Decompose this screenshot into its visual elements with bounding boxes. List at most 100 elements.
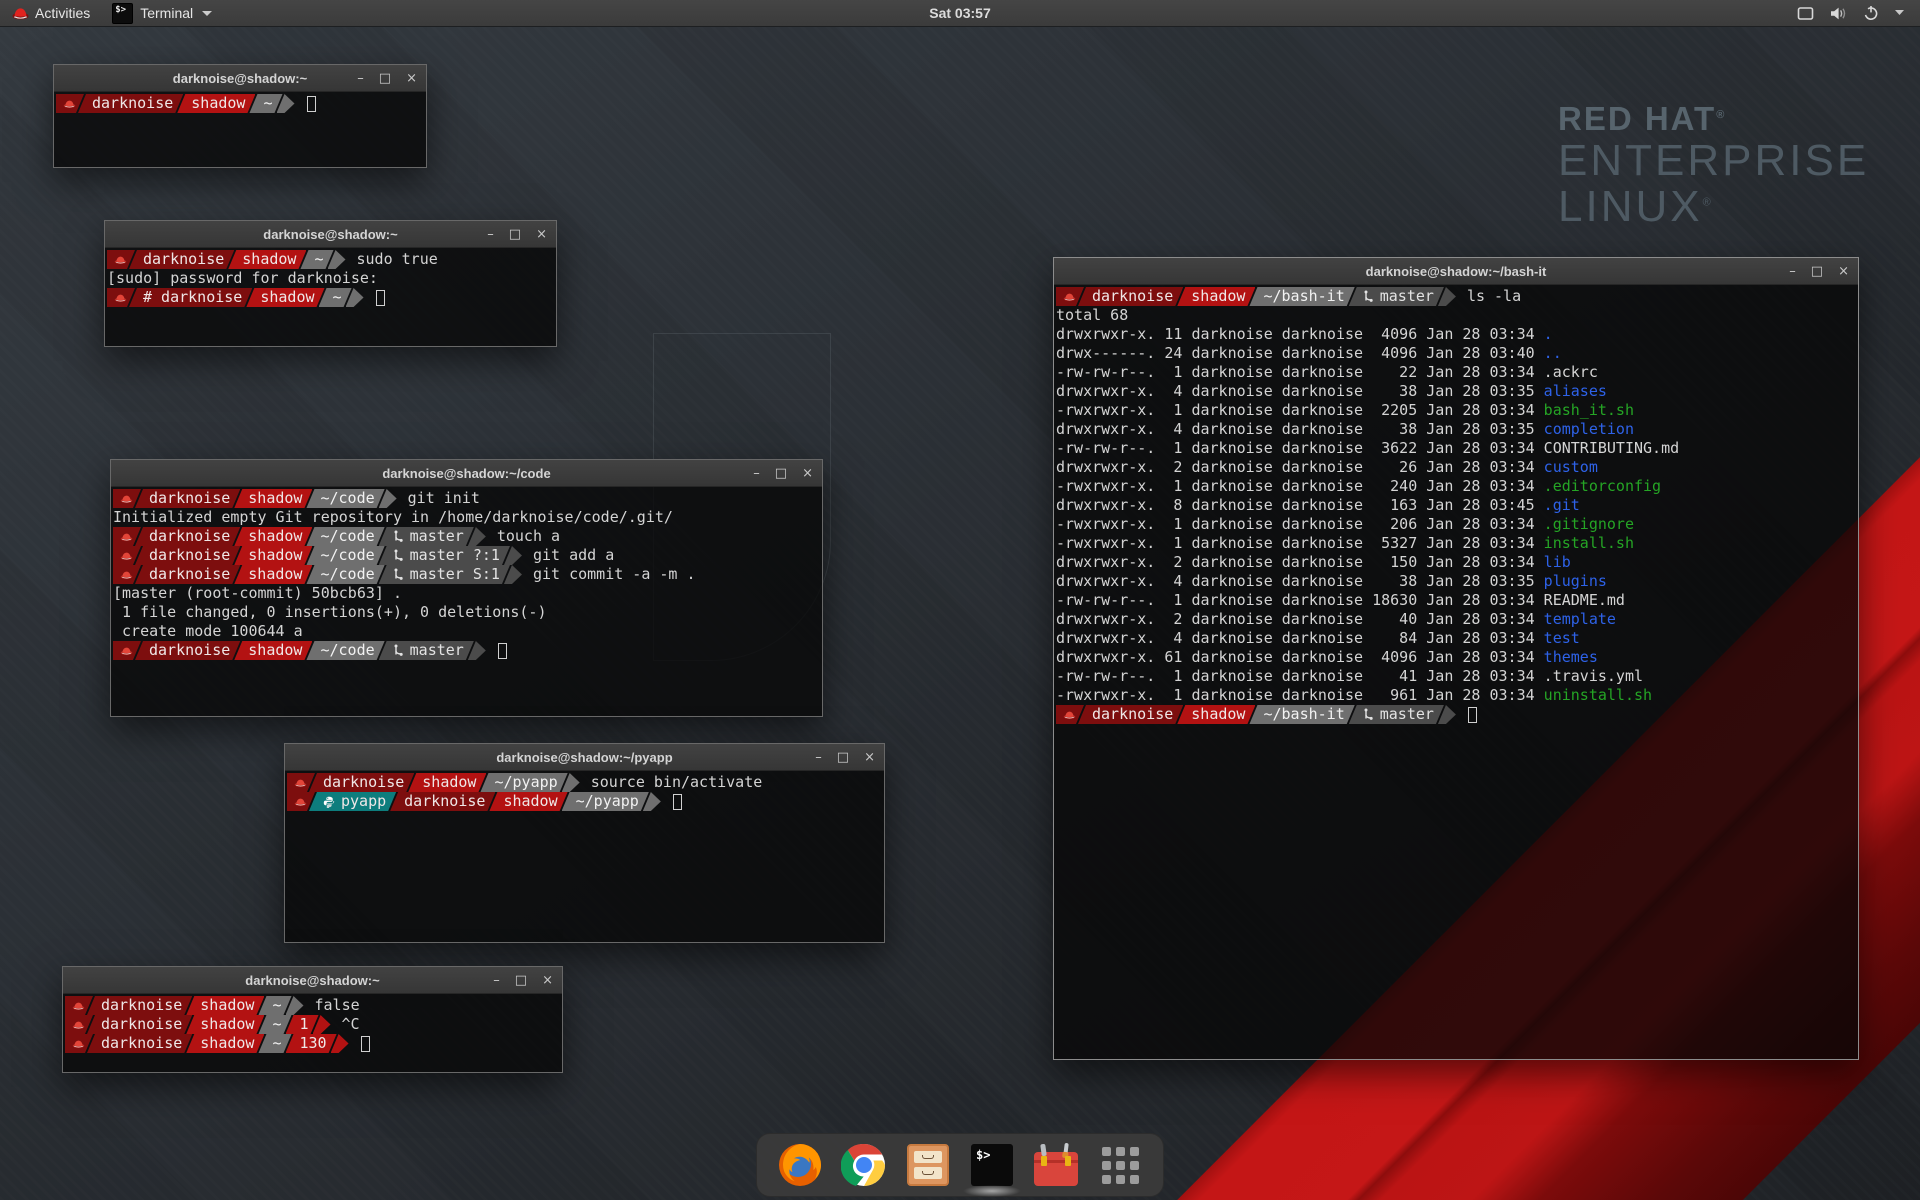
file-listing-row: drwxrwxr-x. 4 darknoise darknoise 38 Jan…: [1056, 420, 1858, 439]
command-text: ls -la: [1467, 287, 1521, 306]
grid-dot: [1130, 1175, 1139, 1184]
file-name: ..: [1544, 344, 1562, 362]
close-button[interactable]: ×: [802, 467, 813, 480]
prompt-segment-user: darknoise: [87, 1015, 192, 1034]
minimize-button[interactable]: –: [357, 72, 364, 85]
minimize-button[interactable]: –: [753, 467, 760, 480]
redhat-prompt-icon: [120, 551, 133, 561]
window-titlebar[interactable]: darknoise@shadow:~/code – □ ×: [111, 460, 822, 487]
command-text: sudo true: [357, 250, 438, 269]
close-button[interactable]: ×: [536, 228, 547, 241]
power-icon: [1863, 5, 1879, 21]
file-meta: drwxrwxr-x. 2 darknoise darknoise 40 Jan…: [1056, 610, 1544, 628]
file-name: .: [1544, 325, 1553, 343]
terminal-output-line: [master (root-commit) 50bcb63] .: [113, 584, 822, 603]
terminal-content[interactable]: darknoiseshadow~falsedarknoiseshadow~1^C…: [63, 994, 562, 1072]
minimize-button[interactable]: –: [1789, 265, 1796, 278]
activities-button[interactable]: Activities: [0, 0, 102, 26]
window-titlebar[interactable]: darknoise@shadow:~–□×: [63, 967, 562, 994]
rhel-logo-brand: RED HAT: [1558, 100, 1716, 137]
prompt-line: darknoiseshadow~/pyappsource bin/activat…: [287, 773, 884, 792]
window-titlebar[interactable]: darknoise@shadow:~/pyapp–□×: [285, 744, 884, 771]
toolbox-clasp: [1065, 1156, 1071, 1166]
toolbox-clasp: [1041, 1156, 1047, 1166]
redhat-prompt-icon: [72, 1039, 85, 1049]
prompt-segment-user: darknoise: [87, 1034, 192, 1053]
terminal-window-home-2: darknoise@shadow:~–□×darknoiseshadow~fal…: [62, 966, 563, 1073]
maximize-button[interactable]: □: [509, 228, 521, 241]
rhel-logo-linux: LINUX: [1558, 182, 1703, 231]
command-text: ^C: [342, 1015, 360, 1034]
file-listing-row: -rw-rw-r--. 1 darknoise darknoise 41 Jan…: [1056, 667, 1858, 686]
window-title: darknoise@shadow:~/code: [382, 466, 550, 481]
dock-item-firefox[interactable]: [777, 1142, 823, 1188]
system-status-area[interactable]: [1789, 0, 1912, 26]
redhat-prompt-icon: [1063, 710, 1076, 720]
redhat-fedora-icon: [12, 6, 29, 21]
terminal-cursor: [1468, 707, 1477, 723]
prompt-segment-user: darknoise: [390, 792, 495, 811]
git-branch-icon: [393, 568, 404, 581]
dock-item-app-grid[interactable]: [1097, 1142, 1143, 1188]
grid-dot: [1116, 1147, 1125, 1156]
window-titlebar[interactable]: darknoise@shadow:~–□×: [105, 221, 556, 248]
terminal-content[interactable]: darknoiseshadow~sudo true[sudo] password…: [105, 248, 556, 346]
prompt-segment-host: shadow: [186, 996, 264, 1015]
terminal-output-line: 1 file changed, 0 insertions(+), 0 delet…: [113, 603, 822, 622]
maximize-button[interactable]: □: [837, 751, 849, 764]
firefox-icon: [777, 1142, 823, 1188]
file-listing-row: drwxrwxr-x. 4 darknoise darknoise 84 Jan…: [1056, 629, 1858, 648]
file-name: plugins: [1544, 572, 1607, 590]
file-name: .git: [1544, 496, 1580, 514]
close-button[interactable]: ×: [1838, 265, 1849, 278]
file-name: .travis.yml: [1544, 667, 1643, 685]
dock-item-chrome[interactable]: [841, 1142, 887, 1188]
prompt-segment-path: ~/pyapp: [480, 773, 567, 792]
terminal-content[interactable]: darknoiseshadow~/bash-itmasterls -latota…: [1054, 285, 1858, 1059]
close-button[interactable]: ×: [864, 751, 875, 764]
maximize-button[interactable]: □: [379, 72, 391, 85]
top-bar: Activities $> Terminal Sat 03:57: [0, 0, 1920, 27]
file-name: install.sh: [1544, 534, 1634, 552]
minimize-button[interactable]: –: [493, 974, 500, 987]
prompt-line: darknoiseshadow~/codemaster: [113, 641, 822, 660]
terminal-content[interactable]: darknoiseshadow~/codegit initInitialized…: [111, 487, 822, 716]
maximize-button[interactable]: □: [515, 974, 527, 987]
terminal-content[interactable]: darknoiseshadow~/pyappsource bin/activat…: [285, 771, 884, 942]
file-name: aliases: [1544, 382, 1607, 400]
minimize-button[interactable]: –: [487, 228, 494, 241]
redhat-prompt-icon: [294, 778, 307, 788]
clock[interactable]: Sat 03:57: [929, 5, 990, 21]
terminal-app-icon: $>: [112, 3, 133, 24]
redhat-prompt-icon: [1063, 292, 1076, 302]
prompt-segment-host: shadow: [177, 94, 255, 113]
file-listing-row: drwxrwxr-x. 11 darknoise darknoise 4096 …: [1056, 325, 1858, 344]
grid-dot: [1102, 1175, 1111, 1184]
grid-dot: [1130, 1161, 1139, 1170]
file-meta: -rw-rw-r--. 1 darknoise darknoise 41 Jan…: [1056, 667, 1544, 685]
dock-item-terminal[interactable]: $>: [969, 1142, 1015, 1188]
prompt-segment-host: shadow: [234, 641, 312, 660]
terminal-content[interactable]: darknoiseshadow~: [54, 92, 426, 167]
file-meta: drwxrwxr-x. 4 darknoise darknoise 38 Jan…: [1056, 382, 1544, 400]
close-button[interactable]: ×: [542, 974, 553, 987]
close-button[interactable]: ×: [406, 72, 417, 85]
prompt-segment-host: shadow: [246, 288, 324, 307]
maximize-button[interactable]: □: [775, 467, 787, 480]
prompt-line: pyappdarknoiseshadow~/pyapp: [287, 792, 884, 811]
maximize-button[interactable]: □: [1811, 265, 1823, 278]
prompt-segment-host: shadow: [234, 489, 312, 508]
prompt-line: darknoiseshadow~/codemastertouch a: [113, 527, 822, 546]
git-branch-icon: [1363, 290, 1374, 303]
dock-item-files[interactable]: [905, 1142, 951, 1188]
dock-item-toolbox[interactable]: [1033, 1142, 1079, 1188]
minimize-button[interactable]: –: [815, 751, 822, 764]
window-titlebar[interactable]: darknoise@shadow:~/bash-it–□×: [1054, 258, 1858, 285]
prompt-segment-user: darknoise: [135, 641, 240, 660]
file-meta: -rw-rw-r--. 1 darknoise darknoise 3622 J…: [1056, 439, 1544, 457]
focused-app-menu[interactable]: $> Terminal: [102, 0, 222, 26]
window-titlebar[interactable]: darknoise@shadow:~–□×: [54, 65, 426, 92]
prompt-line: # darknoiseshadow~: [107, 288, 556, 307]
file-meta: -rwxrwxr-x. 1 darknoise darknoise 2205 J…: [1056, 401, 1544, 419]
rhel-logo: RED HAT® ENTERPRISE LINUX®: [1558, 100, 1869, 230]
